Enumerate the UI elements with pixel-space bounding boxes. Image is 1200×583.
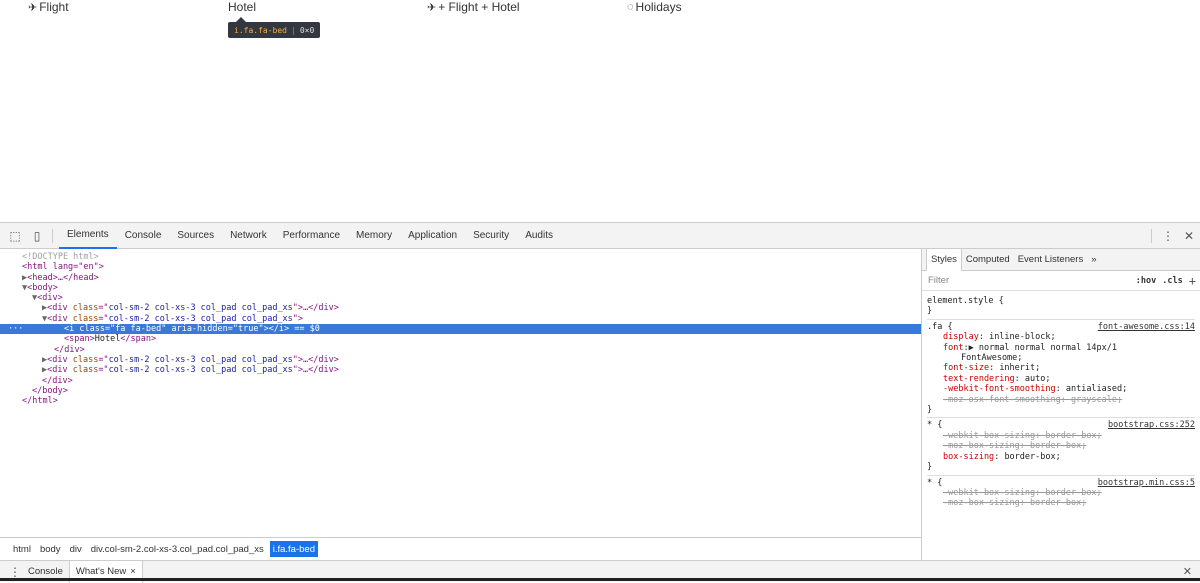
nav-holidays-label: Holidays [635,0,682,14]
device-toggle-icon[interactable]: ▯ [30,229,44,243]
rule-selector[interactable]: element.style { [927,296,1195,306]
declaration-overridden[interactable]: -webkit-box-sizing: border-box; [927,488,1195,498]
kebab-menu-icon[interactable]: ⋮ [1162,229,1174,243]
devtools-main: <!DOCTYPE html> <html lang="en"> ▶<head>… [0,249,1200,560]
declaration[interactable]: font-size: inherit; [927,363,1195,373]
dom-html-open[interactable]: <html lang="en"> [0,262,921,272]
nav-hotel[interactable]: Hotel [228,0,256,14]
tooltip-size: 0×0 [299,25,315,35]
declaration-overridden[interactable]: -webkit-box-sizing: border-box; [927,431,1195,441]
styles-filter-input[interactable]: Filter [928,275,949,286]
tab-sources[interactable]: Sources [169,223,222,249]
element-hover-tooltip: i.fa.fa-bed | 0×0 [228,17,321,38]
devtools-tabs: Elements Console Sources Network Perform… [59,223,561,249]
tooltip-selector: i.fa.fa-bed [234,25,287,35]
add-rule-icon[interactable]: + [1189,274,1196,288]
dom-col-div-3[interactable]: ▶<div class="col-sm-2 col-xs-3 col_pad c… [0,355,921,365]
styles-rules: element.style { } font-awesome.css:14 .f… [922,291,1200,511]
declaration-overridden[interactable]: -moz-box-sizing: border-box; [927,441,1195,451]
tooltip-separator: | [290,25,296,35]
close-drawer-icon[interactable]: ✕ [1183,565,1192,578]
dom-body-close[interactable]: </body> [0,386,921,396]
declaration-overridden[interactable]: -moz-box-sizing: border-box; [927,498,1195,508]
crumb-body[interactable]: body [37,541,64,557]
dom-head[interactable]: ▶<head>…</head> [0,273,921,283]
crumb-div[interactable]: div [67,541,85,557]
declaration[interactable]: box-sizing: border-box; [927,452,1195,462]
inspect-element-icon[interactable]: ⬚ [8,229,22,243]
rule-universal-bootstrap: bootstrap.css:252 * { -webkit-box-sizing… [927,418,1195,476]
tab-memory[interactable]: Memory [348,223,400,249]
plane-icon: ✈ [427,1,437,14]
dom-col-div-1[interactable]: ▶<div class="col-sm-2 col-xs-3 col_pad c… [0,303,921,313]
toolbar-divider [52,228,53,243]
rule-close: } [927,462,933,473]
toolbar-divider [1150,229,1152,243]
rule-source-link[interactable]: bootstrap.css:252 [1108,420,1195,430]
rule-element-style: element.style { } [927,294,1195,320]
drawer-tab-whats-new-label: What's New [75,566,127,577]
drawer-menu-icon[interactable]: ⋮ [8,565,22,579]
dom-div-close[interactable]: </div> [0,376,921,386]
dom-html-close[interactable]: </html> [0,396,921,406]
nav-hotel-label: Hotel [228,0,257,14]
nav-flight-hotel[interactable]: ✈ + Flight + Hotel [427,0,520,14]
crumb-i-fa-bed[interactable]: i.fa.fa-bed [269,541,318,557]
nav-flight[interactable]: ✈ Flight [28,0,69,14]
rule-close: } [927,405,933,416]
tab-audits[interactable]: Audits [517,223,561,249]
devtools-window-controls: ⋮ ✕ [1150,223,1194,249]
tab-network[interactable]: Network [222,223,275,249]
tab-performance[interactable]: Performance [275,223,348,249]
tab-console[interactable]: Console [117,223,170,249]
crumb-col-div[interactable]: div.col-sm-2.col-xs-3.col_pad.col_pad_xs [88,541,267,557]
rule-source-link[interactable]: font-awesome.css:14 [1098,322,1195,332]
declaration-continued: FontAwesome; [961,353,1023,364]
declaration[interactable]: text-rendering: auto; [927,374,1195,384]
tab-elements[interactable]: Elements [59,223,117,249]
more-tabs-icon[interactable]: » [1087,249,1100,271]
dom-body-open[interactable]: ▼<body> [0,283,921,293]
close-tab-icon[interactable]: × [130,566,136,577]
tab-computed[interactable]: Computed [962,249,1014,271]
crumb-html[interactable]: html [10,541,34,557]
styles-pane: Styles Computed Event Listeners » Filter… [921,249,1200,560]
ellipsis-icon[interactable]: ··· [8,324,23,334]
styles-subtabs: Styles Computed Event Listeners » [922,249,1200,271]
rule-universal-bootstrap-min: bootstrap.min.css:5 * { -webkit-box-sizi… [927,476,1195,511]
close-icon[interactable]: ✕ [1184,229,1194,243]
hov-toggle[interactable]: :hov [1136,276,1156,286]
tab-security[interactable]: Security [465,223,517,249]
declaration[interactable]: -webkit-font-smoothing: antialiased; [927,384,1195,394]
styles-filter-bar: Filter :hov .cls + [922,271,1200,291]
rule-fa: font-awesome.css:14 .fa { display: inlin… [927,320,1195,419]
dom-col-div-4[interactable]: ▶<div class="col-sm-2 col-xs-3 col_pad c… [0,365,921,375]
rule-close: } [927,306,933,317]
dom-selected-i[interactable]: ··· <i class="fa fa-bed" aria-hidden="tru… [0,324,921,335]
cls-toggle[interactable]: .cls [1162,276,1182,286]
elements-tree: <!DOCTYPE html> <html lang="en"> ▶<head>… [0,249,921,537]
plane-icon: ✈ [28,1,38,14]
sun-icon: ◌ [627,1,634,13]
nav-holidays[interactable]: ◌ Holidays [627,0,682,14]
web-page: ✈ Flight Hotel ✈ + Flight + Hotel ◌ Holi… [0,0,1200,222]
tab-styles[interactable]: Styles [926,249,962,271]
dom-breadcrumb: html body div div.col-sm-2.col-xs-3.col_… [0,537,921,560]
declaration[interactable]: font:▶ normal normal normal 14px/1 [927,343,1195,353]
tab-application[interactable]: Application [400,223,465,249]
rule-source-link[interactable]: bootstrap.min.css:5 [1098,478,1195,488]
dom-div-open[interactable]: ▼<div> [0,293,921,303]
dom-span[interactable]: <span>Hotel</span> [0,334,921,344]
dom-col-div-2-close[interactable]: </div> [0,345,921,355]
declaration-overridden[interactable]: -moz-osx-font-smoothing: grayscale; [927,395,1195,405]
dom-col-div-2[interactable]: ▼<div class="col-sm-2 col-xs-3 col_pad c… [0,314,921,324]
devtools-panel: ⬚ ▯ Elements Console Sources Network Per… [0,222,1200,583]
nav-flight-label: Flight [39,0,69,14]
tab-event-listeners[interactable]: Event Listeners [1014,249,1087,271]
devtools-toolbar: ⬚ ▯ Elements Console Sources Network Per… [0,223,1200,249]
dom-doctype[interactable]: <!DOCTYPE html> [0,252,921,262]
nav-flight-hotel-label: + Flight + Hotel [438,0,520,14]
declaration[interactable]: display: inline-block; [927,332,1195,342]
